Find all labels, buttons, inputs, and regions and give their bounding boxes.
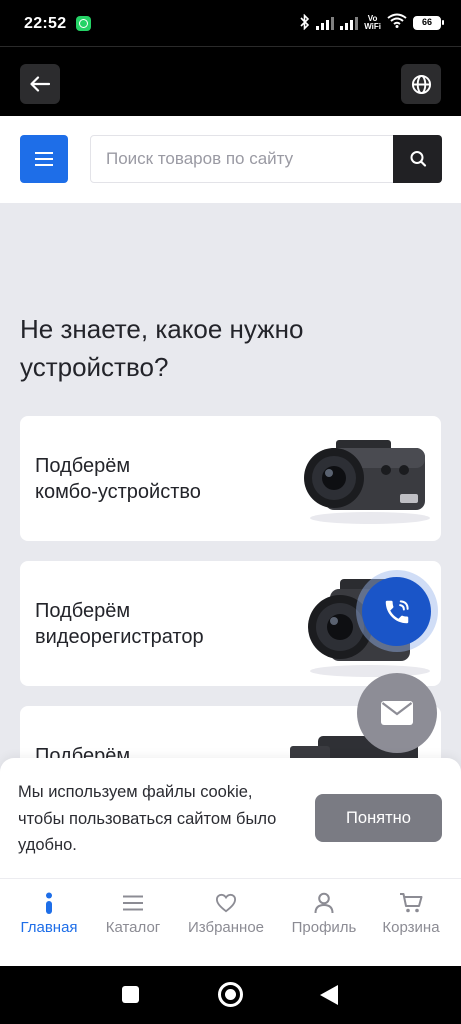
- card-label-line1: Подберём: [35, 455, 131, 477]
- hamburger-icon: [35, 152, 53, 166]
- recent-apps-icon[interactable]: [122, 986, 139, 1003]
- cookie-banner: Мы используем файлы cookie, чтобы пользо…: [0, 758, 461, 878]
- vowifi-indicator: Vo WiFi: [364, 15, 381, 31]
- cookie-accept-button[interactable]: Понятно: [315, 794, 442, 842]
- nav-label-favorites: Избранное: [187, 919, 265, 936]
- heart-icon: [214, 891, 238, 915]
- card-label-line2: видеорегистратор: [35, 626, 204, 648]
- mail-button[interactable]: [357, 673, 437, 753]
- cart-icon: [399, 891, 423, 915]
- system-navigation-bar: [0, 966, 461, 1024]
- card-label: Подберём комбо-устройство: [35, 453, 201, 505]
- nav-label-home: Главная: [20, 919, 78, 936]
- envelope-icon: [381, 701, 413, 725]
- whatsapp-notification-icon: [76, 16, 91, 31]
- globe-icon: [411, 74, 431, 94]
- signal-strength-icon-2: [340, 16, 359, 30]
- search-box: [90, 135, 442, 183]
- user-icon: [312, 891, 336, 915]
- search-icon: [410, 151, 426, 167]
- back-button[interactable]: [20, 64, 60, 104]
- system-back-icon[interactable]: [320, 985, 338, 1005]
- top-toolbar: [0, 46, 461, 116]
- nav-item-profile[interactable]: Профиль: [286, 879, 362, 967]
- info-icon: [37, 891, 61, 915]
- phone-icon: [385, 599, 409, 623]
- nav-item-home[interactable]: Главная: [4, 879, 94, 967]
- status-time: 22:52: [24, 15, 67, 32]
- language-button[interactable]: [401, 64, 441, 104]
- status-bar: 22:52 Vo WiFi 66: [0, 0, 461, 46]
- arrow-left-icon: [30, 76, 50, 92]
- nav-item-catalog[interactable]: Каталог: [94, 879, 172, 967]
- nav-item-favorites[interactable]: Избранное: [180, 879, 272, 967]
- nav-label-profile: Профиль: [291, 919, 357, 936]
- vowifi-label-bottom: WiFi: [364, 22, 381, 31]
- nav-label-cart: Корзина: [382, 919, 440, 936]
- combo-device-image: [304, 440, 430, 524]
- bluetooth-icon: [300, 13, 310, 33]
- nav-item-cart[interactable]: Корзина: [374, 879, 448, 967]
- nav-label-catalog: Каталог: [105, 919, 161, 936]
- battery-indicator: 66: [413, 16, 444, 30]
- signal-strength-icon: [316, 16, 335, 30]
- card-label-line2: комбо-устройство: [35, 481, 201, 503]
- call-button[interactable]: [362, 577, 431, 646]
- search-header: [0, 116, 461, 203]
- section-title: Не знаете, какое нужно устройство?: [20, 314, 304, 382]
- card-combo-device[interactable]: Подберём комбо-устройство: [20, 416, 441, 541]
- cookie-text: Мы используем файлы cookie, чтобы пользо…: [18, 783, 277, 854]
- home-icon[interactable]: [218, 982, 243, 1007]
- status-indicators: Vo WiFi 66: [300, 12, 444, 34]
- card-label-line1: Подберём: [35, 600, 131, 622]
- list-icon: [121, 891, 145, 915]
- wifi-icon: [387, 13, 407, 33]
- card-label: Подберём видеорегистратор: [35, 598, 204, 650]
- search-button[interactable]: [393, 135, 442, 183]
- menu-button[interactable]: [20, 135, 68, 183]
- search-input[interactable]: [91, 136, 393, 182]
- bottom-nav: Главная Каталог Избранное Профиль Корзин…: [0, 878, 461, 966]
